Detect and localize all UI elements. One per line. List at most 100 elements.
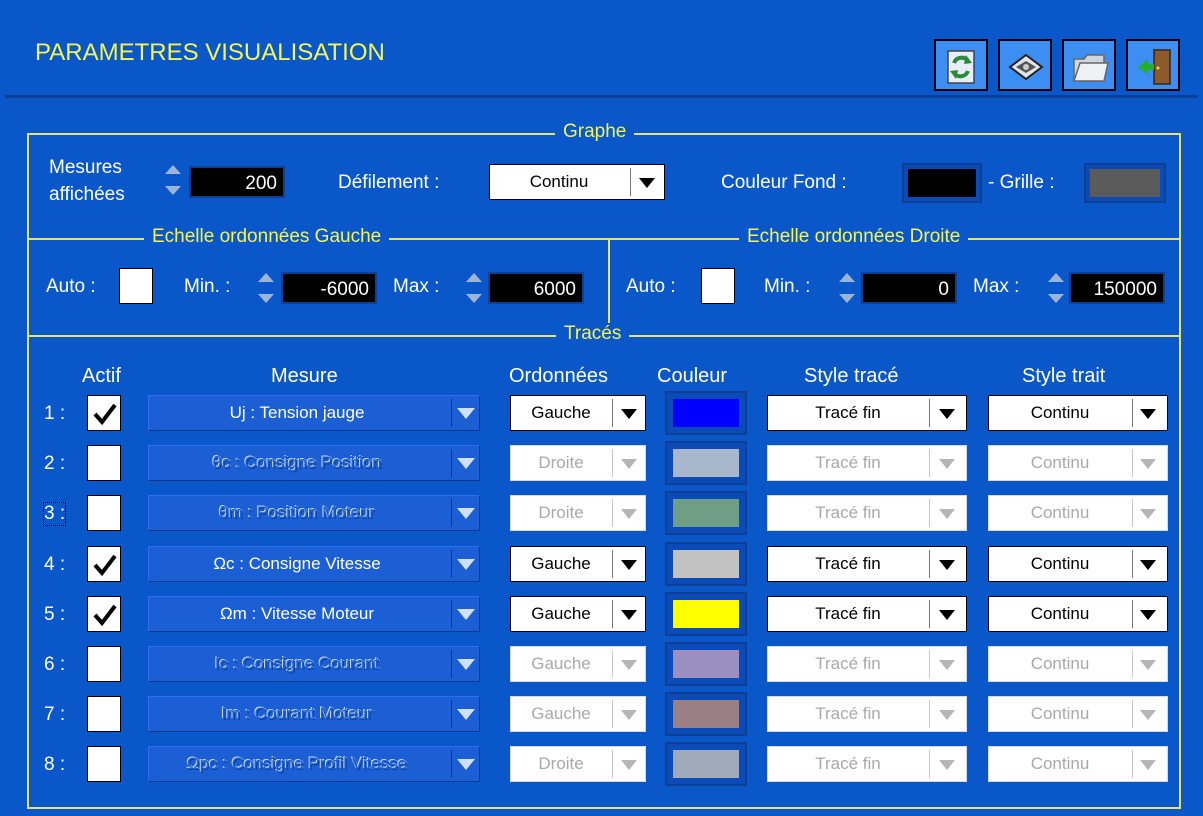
row-style-trait-value: Continu	[1030, 403, 1090, 422]
row-color-swatch[interactable]	[665, 491, 747, 535]
row-style-trait-select[interactable]: Continu	[988, 495, 1168, 531]
chevron-down-icon	[621, 509, 637, 519]
row-style-trait-value: Continu	[1030, 754, 1090, 773]
page-title: PARAMETRES VISUALISATION	[35, 39, 385, 66]
gauche-title: Echelle ordonnées Gauche	[144, 226, 390, 248]
mesures-spinner[interactable]	[164, 162, 182, 198]
row-color-swatch[interactable]	[665, 391, 747, 435]
row-ordonnees-select[interactable]: Gauche	[510, 646, 646, 682]
save-button[interactable]	[998, 39, 1052, 91]
row-color-swatch[interactable]	[665, 441, 747, 485]
defilement-label: Défilement :	[338, 172, 440, 193]
chevron-down-icon	[1140, 610, 1156, 620]
row-style-trace-select[interactable]: Tracé fin	[767, 495, 967, 531]
row-style-trait-select[interactable]: Continu	[988, 445, 1168, 481]
row-style-trait-select[interactable]: Continu	[988, 546, 1168, 582]
row-ordonnees-select[interactable]: Gauche	[510, 546, 646, 582]
row-style-trait-select[interactable]: Continu	[988, 696, 1168, 732]
row-style-trace-value: Tracé fin	[815, 503, 881, 522]
row-style-trace-select[interactable]: Tracé fin	[767, 596, 967, 632]
row-style-trait-value: Continu	[1030, 654, 1090, 673]
chevron-down-icon	[457, 559, 475, 570]
row-style-trait-value: Continu	[1030, 604, 1090, 623]
chevron-down-icon	[457, 759, 475, 770]
mesures-input[interactable]: 200	[189, 166, 285, 198]
row-mesure-value: Ωpc : Consigne Profil Vitesse	[186, 754, 408, 773]
droite-min-label: Min. :	[764, 276, 811, 297]
row-mesure-select[interactable]: Uj : Tension jauge	[148, 395, 480, 431]
row-ordonnees-select[interactable]: Gauche	[510, 395, 646, 431]
row-color-swatch[interactable]	[665, 642, 747, 686]
row-style-trace-select[interactable]: Tracé fin	[767, 546, 967, 582]
chevron-down-icon	[939, 710, 955, 720]
exit-button[interactable]	[1126, 39, 1180, 91]
row-mesure-select[interactable]: Ωm : Vitesse Moteur	[148, 596, 480, 632]
row-color-swatch[interactable]	[665, 542, 747, 586]
row-style-trait-select[interactable]: Continu	[988, 746, 1168, 782]
gauche-min-input[interactable]: -6000	[281, 272, 377, 304]
traces-title: Tracés	[556, 323, 630, 345]
droite-min-spinner[interactable]	[838, 270, 856, 306]
droite-min-input[interactable]: 0	[861, 272, 957, 304]
defilement-value: Continu	[529, 172, 589, 191]
row-style-trait-select[interactable]: Continu	[988, 395, 1168, 431]
row-mesure-value: θm : Position Moteur	[219, 503, 375, 522]
couleur-fond-label: Couleur Fond :	[721, 172, 847, 193]
chevron-down-icon	[1140, 710, 1156, 720]
row-active-checkbox[interactable]	[87, 746, 121, 782]
row-mesure-select[interactable]: θm : Position Moteur	[148, 495, 480, 531]
row-style-trait-select[interactable]: Continu	[988, 646, 1168, 682]
chevron-down-icon	[639, 178, 655, 188]
row-active-checkbox[interactable]	[87, 596, 121, 632]
row-ordonnees-select[interactable]: Gauche	[510, 596, 646, 632]
droite-max-input[interactable]: 150000	[1069, 272, 1165, 304]
gauche-min-spinner[interactable]	[257, 270, 275, 306]
row-style-trace-select[interactable]: Tracé fin	[767, 646, 967, 682]
graphe-title: Graphe	[555, 121, 635, 143]
row-number: 8 :	[44, 754, 66, 775]
row-mesure-value: Ωm : Vitesse Moteur	[219, 604, 375, 623]
row-style-trait-value: Continu	[1030, 453, 1090, 472]
couleur-fond-swatch[interactable]	[902, 163, 982, 203]
row-active-checkbox[interactable]	[87, 546, 121, 582]
row-style-trace-select[interactable]: Tracé fin	[767, 696, 967, 732]
row-mesure-select[interactable]: Ωpc : Consigne Profil Vitesse	[148, 746, 480, 782]
gauche-auto-checkbox[interactable]	[119, 268, 153, 304]
open-button[interactable]	[1062, 39, 1116, 91]
row-ordonnees-select[interactable]: Droite	[510, 495, 646, 531]
chevron-down-icon	[939, 760, 955, 770]
row-active-checkbox[interactable]	[87, 495, 121, 531]
row-style-trace-select[interactable]: Tracé fin	[767, 445, 967, 481]
row-color-swatch[interactable]	[665, 692, 747, 736]
chevron-down-icon	[939, 459, 955, 469]
row-active-checkbox[interactable]	[87, 395, 121, 431]
row-mesure-select[interactable]: Ωc : Consigne Vitesse	[148, 546, 480, 582]
row-style-trace-select[interactable]: Tracé fin	[767, 395, 967, 431]
row-number: 5 :	[44, 604, 66, 625]
gauche-max-input[interactable]: 6000	[488, 272, 584, 304]
row-active-checkbox[interactable]	[87, 646, 121, 682]
row-ordonnees-value: Gauche	[531, 654, 591, 673]
row-color-swatch[interactable]	[665, 742, 747, 786]
row-mesure-select[interactable]: Im : Courant Moteur	[148, 696, 480, 732]
droite-max-spinner[interactable]	[1047, 270, 1065, 306]
row-number: 7 :	[44, 704, 66, 725]
row-style-trait-value: Continu	[1030, 704, 1090, 723]
row-mesure-select[interactable]: θc : Consigne Position	[148, 445, 480, 481]
mesures-label-2: affichées	[49, 184, 125, 205]
row-mesure-select[interactable]: Ic : Consigne Courant	[148, 646, 480, 682]
refresh-button[interactable]	[934, 39, 988, 91]
row-active-checkbox[interactable]	[87, 696, 121, 732]
defilement-select[interactable]: Continu	[489, 164, 665, 200]
row-style-trait-select[interactable]: Continu	[988, 596, 1168, 632]
row-ordonnees-select[interactable]: Droite	[510, 746, 646, 782]
header-mesure: Mesure	[271, 365, 338, 387]
row-style-trace-select[interactable]: Tracé fin	[767, 746, 967, 782]
gauche-max-spinner[interactable]	[465, 270, 483, 306]
row-color-swatch[interactable]	[665, 592, 747, 636]
row-ordonnees-select[interactable]: Gauche	[510, 696, 646, 732]
grille-swatch[interactable]	[1084, 163, 1166, 203]
row-active-checkbox[interactable]	[87, 445, 121, 481]
droite-auto-checkbox[interactable]	[701, 268, 735, 304]
row-ordonnees-select[interactable]: Droite	[510, 445, 646, 481]
